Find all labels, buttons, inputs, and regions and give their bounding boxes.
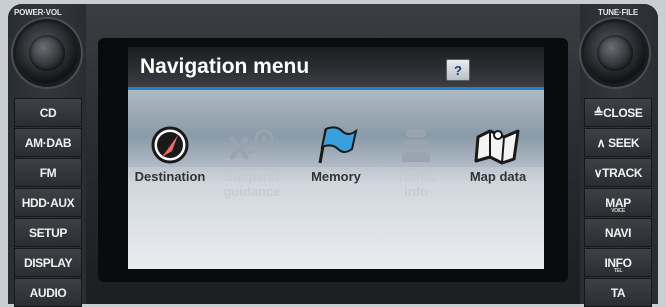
- map-button-sublabel: VOICE: [611, 208, 625, 214]
- menu-label-map-data: Map data: [469, 169, 527, 184]
- menu-label-memory: Memory: [311, 169, 361, 184]
- close-button[interactable]: ≜CLOSE: [584, 98, 652, 127]
- tune-file-knob[interactable]: [584, 22, 646, 84]
- info-button-sublabel: TEL: [613, 268, 623, 274]
- ta-button-label: TA: [610, 285, 626, 300]
- compass-icon: [151, 126, 189, 164]
- menu-item-map-data[interactable]: Map data: [458, 125, 538, 225]
- menu-label-traffic-info: Traffic info: [396, 169, 436, 199]
- map-icon: [474, 129, 520, 165]
- seek-button-label: ∧ SEEK: [596, 135, 640, 150]
- route-pin-icon: [229, 129, 274, 160]
- help-button[interactable]: ?: [446, 59, 470, 81]
- menu-label-suspend-guidance: Suspend guidance: [223, 169, 281, 199]
- display-button[interactable]: DISPLAY: [14, 248, 82, 277]
- seek-button[interactable]: ∧ SEEK: [584, 128, 652, 157]
- navi-button[interactable]: NAVI: [584, 218, 652, 247]
- tune-file-label: TUNE·FILE: [598, 8, 638, 17]
- traffic-cars-icon: [402, 129, 430, 162]
- am-dab-button-label: AM·DAB: [24, 135, 72, 150]
- am-dab-button[interactable]: AM·DAB: [14, 128, 82, 157]
- setup-button[interactable]: SETUP: [14, 218, 82, 247]
- navigation-screen: Navigation menu ? Destination Suspend gu…: [128, 47, 544, 269]
- fm-button[interactable]: FM: [14, 158, 82, 187]
- ta-button[interactable]: TA: [584, 278, 652, 307]
- audio-button[interactable]: AUDIO: [14, 278, 82, 307]
- navi-button-label: NAVI: [604, 225, 632, 240]
- hdd-aux-button[interactable]: HDD·AUX: [14, 188, 82, 217]
- fm-button-label: FM: [39, 165, 57, 180]
- flag-icon: [318, 126, 358, 164]
- menu-item-traffic-info: Traffic info: [376, 125, 456, 225]
- cd-button-label: CD: [39, 105, 57, 120]
- track-button-label: ∨TRACK: [593, 165, 643, 180]
- power-vol-label: POWER·VOL: [14, 8, 62, 17]
- menu-item-destination[interactable]: Destination: [130, 125, 210, 225]
- title-bar: Navigation menu ?: [128, 47, 544, 90]
- info-button[interactable]: INFO TEL: [584, 248, 652, 277]
- menu-item-memory[interactable]: Memory: [296, 125, 376, 225]
- display-button-label: DISPLAY: [23, 255, 73, 270]
- close-button-label: ≜CLOSE: [593, 105, 643, 120]
- audio-button-label: AUDIO: [29, 285, 67, 300]
- menu-label-destination: Destination: [134, 169, 206, 184]
- setup-button-label: SETUP: [28, 225, 67, 240]
- menu-item-suspend-guidance: Suspend guidance: [212, 125, 292, 225]
- hdd-aux-button-label: HDD·AUX: [21, 195, 75, 210]
- track-button[interactable]: ∨TRACK: [584, 158, 652, 187]
- page-title: Navigation menu: [140, 55, 310, 78]
- power-volume-knob[interactable]: [16, 22, 78, 84]
- map-button[interactable]: MAP VOICE: [584, 188, 652, 217]
- cd-button[interactable]: CD: [14, 98, 82, 127]
